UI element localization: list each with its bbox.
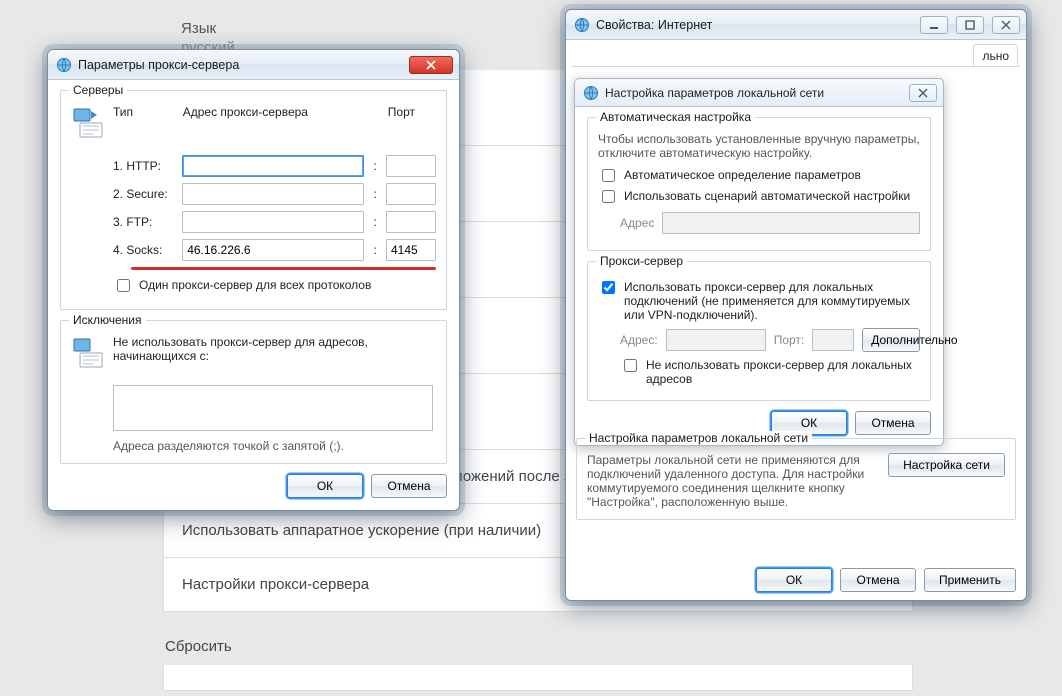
- close-button[interactable]: [409, 56, 453, 74]
- internet-properties-window: Свойства: Интернет льно Настройка параме…: [565, 9, 1027, 601]
- inet-title: Свойства: Интернет: [596, 18, 712, 32]
- red-underline: [131, 267, 436, 270]
- bg-row-hwaccel-label: Использовать аппаратное ускорение (при н…: [182, 522, 541, 539]
- auto-detect-checkbox[interactable]: Автоматическое определение параметров: [598, 168, 920, 185]
- tab-partial-label: льно: [982, 49, 1009, 63]
- inet-titlebar[interactable]: Свойства: Интернет: [566, 10, 1026, 40]
- proxy-titlebar[interactable]: Параметры прокси-сервера: [48, 50, 459, 80]
- proxy-title: Параметры прокси-сервера: [78, 58, 239, 72]
- minimize-button[interactable]: [920, 16, 948, 34]
- col-type: Тип: [113, 105, 175, 119]
- colon: :: [372, 215, 378, 229]
- one-proxy-input[interactable]: [117, 279, 130, 292]
- row-http-label: 1. HTTP:: [113, 159, 174, 173]
- proxy-addr-label: Адрес:: [620, 333, 658, 347]
- close-button[interactable]: [909, 84, 937, 102]
- group-servers: Серверы Тип Адрес прокси-сервера Порт 1.…: [60, 90, 447, 310]
- bypass-local-label: Не использовать прокси-сервер для локаль…: [646, 358, 920, 386]
- use-proxy-checkbox[interactable]: Использовать прокси-сервер для локальных…: [598, 280, 920, 322]
- globe-icon: [56, 57, 72, 73]
- tab-partial[interactable]: льно: [973, 44, 1018, 67]
- one-proxy-checkbox[interactable]: Один прокси-сервер для всех протоколов: [113, 278, 436, 295]
- auto-config-note: Чтобы использовать установленные вручную…: [598, 132, 920, 160]
- bg-row-after-reset: [163, 665, 913, 691]
- group-auto-config: Автоматическая настройка Чтобы использов…: [587, 117, 931, 251]
- proxy-settings-dialog: Параметры прокси-сервера Серверы Тип Адр…: [47, 49, 460, 511]
- colon: :: [372, 187, 378, 201]
- http-port-input[interactable]: [386, 155, 436, 177]
- bypass-local-checkbox[interactable]: Не использовать прокси-сервер для локаль…: [620, 358, 920, 386]
- exceptions-textarea[interactable]: [113, 385, 433, 431]
- globe-icon: [583, 85, 599, 101]
- bypass-local-input[interactable]: [624, 359, 637, 372]
- socks-addr-input[interactable]: [182, 239, 364, 261]
- secure-addr-input[interactable]: [182, 183, 364, 205]
- proxy-port-input: [812, 329, 854, 351]
- ftp-addr-input[interactable]: [182, 211, 364, 233]
- colon: :: [372, 159, 378, 173]
- group-exceptions: Исключения Не использовать прокси-сервер…: [60, 320, 447, 464]
- col-port: Порт: [388, 105, 436, 119]
- inet-ok-button[interactable]: ОК: [756, 568, 832, 592]
- group-auto-config-legend: Автоматическая настройка: [596, 110, 755, 124]
- script-addr-label: Адрес: [620, 216, 654, 230]
- group-exceptions-legend: Исключения: [69, 313, 146, 327]
- proxy-port-label: Порт:: [774, 333, 805, 347]
- http-addr-input[interactable]: [182, 155, 364, 177]
- group-lan-section-legend: Настройка параметров локальной сети: [585, 431, 812, 445]
- use-script-checkbox[interactable]: Использовать сценарий автоматической нас…: [598, 189, 920, 206]
- lan-settings-dialog: Настройка параметров локальной сети Авто…: [574, 78, 944, 446]
- use-script-input[interactable]: [602, 190, 615, 203]
- proxy-cancel-button[interactable]: Отмена: [371, 474, 447, 498]
- lan-titlebar[interactable]: Настройка параметров локальной сети: [575, 79, 943, 107]
- globe-icon: [574, 17, 590, 33]
- row-secure-label: 2. Secure:: [113, 187, 174, 201]
- exceptions-hint: Адреса разделяются точкой с запятой (;).: [113, 439, 436, 453]
- socks-port-input[interactable]: [386, 239, 436, 261]
- auto-detect-label: Автоматическое определение параметров: [624, 168, 861, 182]
- servers-icon: [71, 105, 107, 141]
- one-proxy-label: Один прокси-сервер для всех протоколов: [139, 278, 371, 292]
- script-addr-input: [662, 212, 920, 234]
- row-socks-label: 4. Socks:: [113, 243, 174, 257]
- maximize-button[interactable]: [956, 16, 984, 34]
- group-proxy-server: Прокси-сервер Использовать прокси-сервер…: [587, 261, 931, 401]
- group-servers-legend: Серверы: [69, 83, 127, 97]
- use-proxy-input[interactable]: [602, 281, 615, 294]
- exceptions-note: Не использовать прокси-сервер для адресо…: [113, 335, 436, 363]
- proxy-addr-input: [666, 329, 766, 351]
- use-script-label: Использовать сценарий автоматической нас…: [624, 189, 910, 203]
- colon: :: [372, 243, 378, 257]
- close-button[interactable]: [992, 16, 1020, 34]
- bg-section-reset: Сбросить: [165, 638, 913, 655]
- tab-underline: [572, 66, 1020, 67]
- bg-row-proxy-label: Настройки прокси-сервера: [182, 576, 369, 593]
- lan-settings-button[interactable]: Настройка сети: [888, 453, 1005, 477]
- lan-cancel-button[interactable]: Отмена: [855, 411, 931, 435]
- lan-title: Настройка параметров локальной сети: [605, 86, 824, 100]
- secure-port-input[interactable]: [386, 183, 436, 205]
- auto-detect-input[interactable]: [602, 169, 615, 182]
- use-proxy-label: Использовать прокси-сервер для локальных…: [624, 280, 920, 322]
- ftp-port-input[interactable]: [386, 211, 436, 233]
- inet-cancel-button[interactable]: Отмена: [840, 568, 916, 592]
- advanced-button[interactable]: Дополнительно: [862, 328, 920, 352]
- row-ftp-label: 3. FTP:: [113, 215, 174, 229]
- col-addr: Адрес прокси-сервера: [183, 105, 366, 119]
- proxy-ok-button[interactable]: ОК: [287, 474, 363, 498]
- group-lan-section: Настройка параметров локальной сети Пара…: [576, 438, 1016, 520]
- group-proxy-server-legend: Прокси-сервер: [596, 254, 687, 268]
- exceptions-icon: [71, 335, 107, 371]
- lan-section-text: Параметры локальной сети не применяются …: [587, 453, 876, 509]
- inet-apply-button[interactable]: Применить: [924, 568, 1016, 592]
